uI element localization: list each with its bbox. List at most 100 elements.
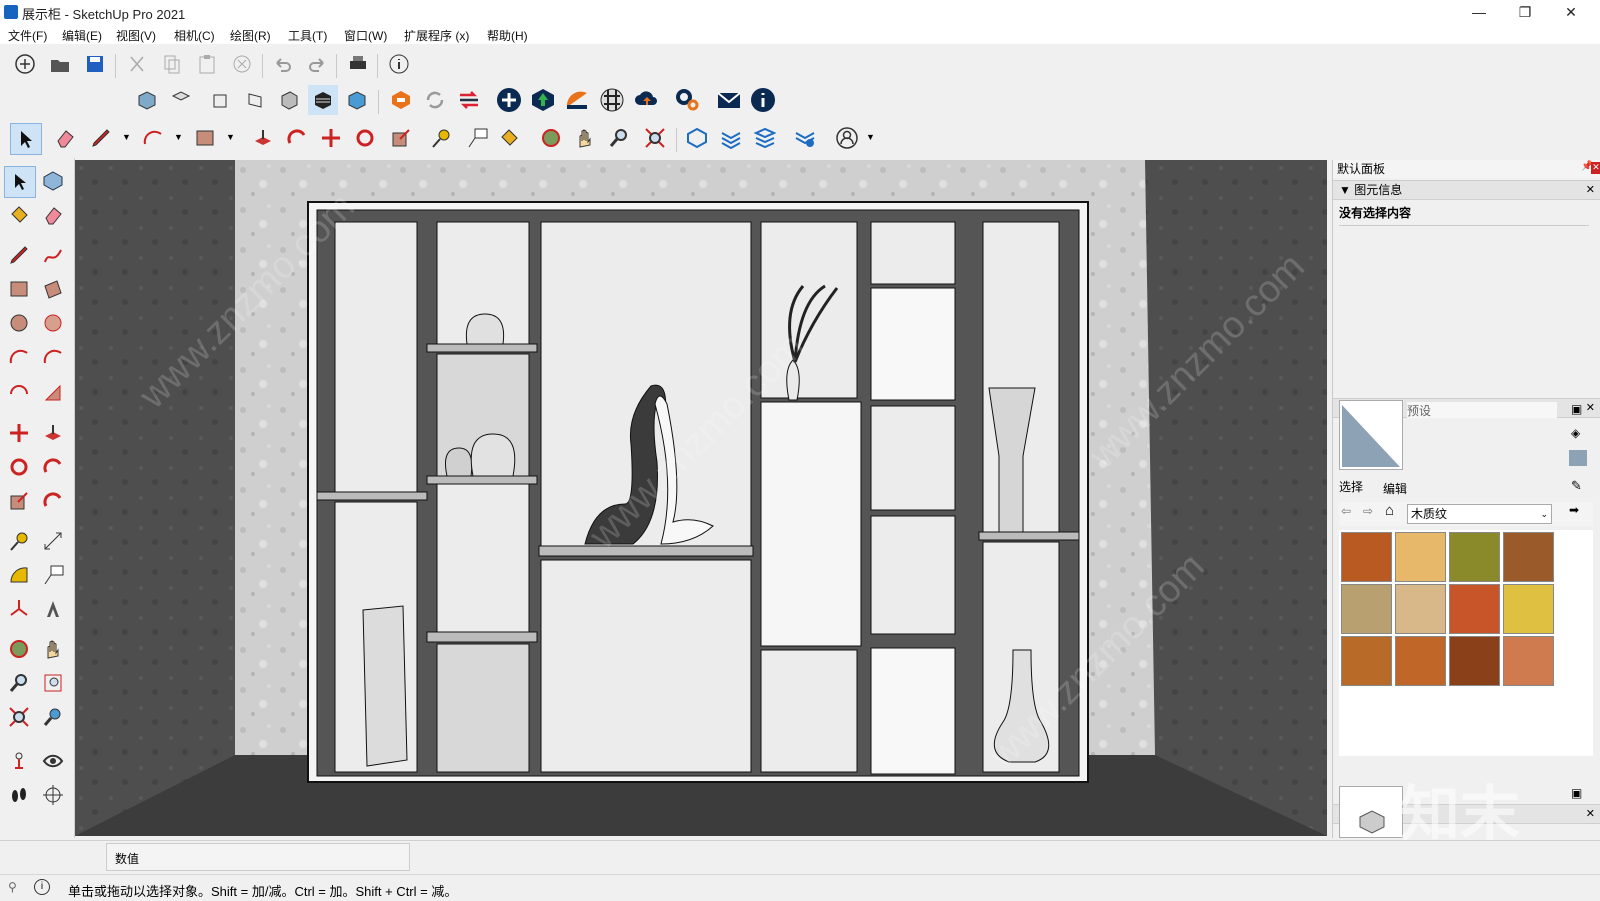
material-swatch[interactable] (1503, 532, 1554, 582)
material-swatch[interactable] (1341, 636, 1392, 686)
undo-icon[interactable] (268, 49, 298, 79)
extension-warehouse-icon[interactable] (386, 85, 416, 115)
eyedropper-icon[interactable]: ✎ (1571, 478, 1582, 494)
zoom-icon[interactable] (604, 123, 634, 153)
open-folder-icon[interactable] (45, 49, 75, 79)
minimize-button[interactable]: — (1456, 0, 1502, 24)
materials-tab-select[interactable]: 选择 (1339, 478, 1363, 495)
zoom-extents-icon[interactable] (640, 123, 670, 153)
textured-style-icon[interactable] (342, 85, 372, 115)
materials-tab-edit[interactable]: 编辑 (1383, 480, 1407, 497)
checker-sphere-icon[interactable] (597, 85, 627, 115)
paste-icon[interactable] (192, 49, 222, 79)
iso-view-icon[interactable] (132, 85, 162, 115)
entity-info-header[interactable]: ▼ 图元信息 ✕ (1333, 180, 1600, 200)
push-pull-icon[interactable] (38, 418, 68, 448)
rotate-icon[interactable] (4, 452, 34, 482)
geolocation-icon[interactable]: ⚲ (8, 880, 17, 894)
protractor-icon[interactable] (4, 560, 34, 590)
user-account-icon[interactable] (832, 123, 862, 153)
shaded-style-icon[interactable] (308, 85, 338, 115)
maximize-button[interactable]: ❐ (1502, 0, 1548, 24)
line-pencil-icon[interactable] (4, 240, 34, 270)
three-point-arc-icon[interactable] (4, 378, 34, 408)
menu-view[interactable]: 视图(V) (116, 27, 156, 44)
transfer-icon[interactable] (454, 85, 484, 115)
pie-icon[interactable] (38, 378, 68, 408)
menu-edit[interactable]: 编辑(E) (62, 27, 102, 44)
pan-hand-icon[interactable] (38, 634, 68, 664)
info-circle-icon[interactable] (748, 85, 778, 115)
move-icon[interactable] (316, 123, 346, 153)
polygon-icon[interactable] (38, 308, 68, 338)
save-component-icon[interactable]: ▣ (1571, 786, 1582, 800)
tape-measure-icon[interactable] (426, 123, 456, 153)
material-swatch[interactable] (1503, 584, 1554, 634)
menu-tools[interactable]: 工具(T) (288, 27, 327, 44)
chevron-down-icon[interactable]: ▼ (122, 132, 131, 142)
paint-bucket-icon[interactable] (4, 200, 34, 230)
rectangle-icon[interactable] (4, 274, 34, 304)
material-swatch[interactable] (1503, 636, 1554, 686)
top-view-icon[interactable] (166, 85, 196, 115)
material-swatch[interactable] (1395, 584, 1446, 634)
tape-measure-icon[interactable] (4, 526, 34, 556)
zoom-window-icon[interactable] (38, 668, 68, 698)
sync-icon[interactable] (420, 85, 450, 115)
create-material-icon[interactable]: ◈ (1571, 426, 1580, 440)
material-swatch[interactable] (1449, 584, 1500, 634)
make-component-icon[interactable] (38, 166, 68, 196)
paint-bucket-icon[interactable] (494, 123, 524, 153)
walk-footprints-icon[interactable] (4, 780, 34, 810)
upload-tree-icon[interactable] (528, 85, 558, 115)
save-icon[interactable] (80, 49, 110, 79)
eraser-icon[interactable] (38, 200, 68, 230)
layers-settings-icon[interactable] (790, 123, 820, 153)
stack-layers-icon[interactable] (750, 123, 780, 153)
material-swatch[interactable] (1341, 584, 1392, 634)
menu-window[interactable]: 窗口(W) (344, 27, 387, 44)
front-view-icon[interactable] (206, 85, 236, 115)
material-swatch[interactable] (1449, 532, 1500, 582)
freehand-icon[interactable] (38, 240, 68, 270)
print-icon[interactable] (343, 49, 373, 79)
select-arrow-icon[interactable] (4, 166, 36, 198)
material-name-field[interactable]: 预设 (1407, 402, 1557, 418)
close-icon[interactable]: ✕ (1586, 399, 1595, 417)
new-icon[interactable] (10, 49, 40, 79)
previous-view-icon[interactable] (38, 702, 68, 732)
back-arrow-icon[interactable]: ⇦ (1341, 504, 1351, 518)
arc-icon[interactable] (4, 342, 34, 372)
cloud-upload-icon[interactable] (632, 85, 662, 115)
forward-arrow-icon[interactable]: ⇨ (1363, 504, 1373, 518)
default-material-icon[interactable] (1569, 450, 1587, 466)
erase-delete-icon[interactable] (227, 49, 257, 79)
chevron-down-icon[interactable]: ▼ (226, 132, 235, 142)
add-plus-icon[interactable] (494, 85, 524, 115)
settings-gears-icon[interactable] (672, 85, 702, 115)
zoom-extents-icon[interactable] (4, 702, 34, 732)
model-info-icon[interactable] (384, 49, 414, 79)
color-fan-icon[interactable] (562, 85, 592, 115)
rotate-icon[interactable] (350, 123, 380, 153)
zoom-icon[interactable] (4, 668, 34, 698)
scale-icon[interactable] (386, 123, 416, 153)
position-camera-icon[interactable] (4, 746, 34, 776)
look-around-eye-icon[interactable] (38, 746, 68, 776)
two-point-arc-icon[interactable] (38, 342, 68, 372)
material-library-select[interactable]: 木质纹 ⌄ (1407, 504, 1552, 524)
instructor-info-icon[interactable]: i (34, 879, 50, 895)
follow-me-icon[interactable] (282, 123, 312, 153)
pan-hand-icon[interactable] (570, 123, 600, 153)
line-pencil-icon[interactable] (86, 123, 116, 153)
orbit-icon[interactable] (536, 123, 566, 153)
close-window-button[interactable]: ✕ (1548, 0, 1594, 24)
follow-me-icon[interactable] (38, 452, 68, 482)
mail-icon[interactable] (714, 85, 744, 115)
redo-icon[interactable] (302, 49, 332, 79)
layers-icon[interactable] (716, 123, 746, 153)
dimension-icon[interactable] (38, 526, 68, 556)
close-icon[interactable]: ✕ (1586, 181, 1595, 199)
details-arrow-icon[interactable]: ➡ (1569, 503, 1579, 517)
right-view-icon[interactable] (240, 85, 270, 115)
